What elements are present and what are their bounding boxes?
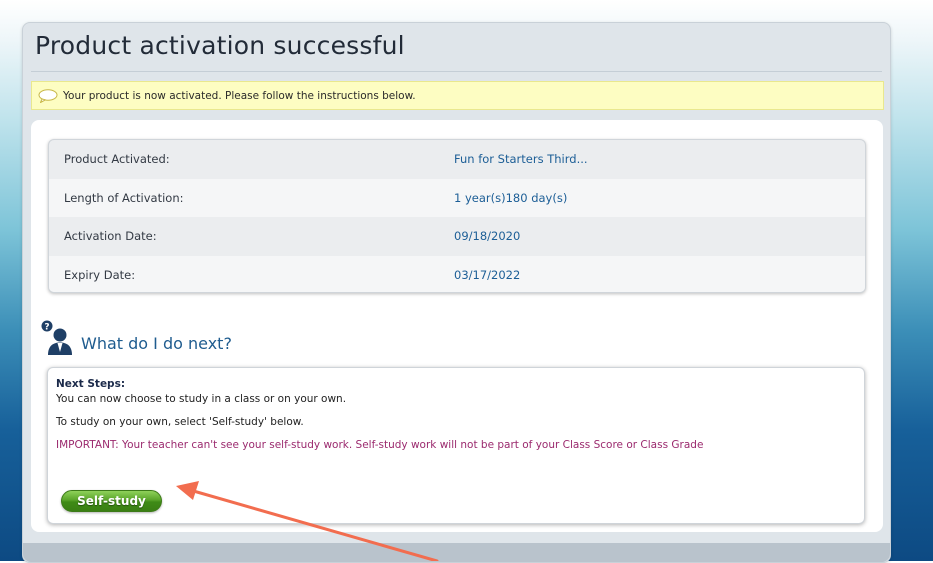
speech-bubble-icon xyxy=(38,88,58,103)
row-value: 1 year(s)180 day(s) xyxy=(454,190,568,205)
steps-line-class-or-own: You can now choose to study in a class o… xyxy=(56,393,347,405)
help-person-icon: ? xyxy=(41,320,72,355)
page-title: Product activation successful xyxy=(35,31,405,60)
row-label: Expiry Date: xyxy=(64,267,136,282)
activation-notice: Your product is now activated. Please fo… xyxy=(31,81,884,110)
svg-text:?: ? xyxy=(44,323,49,333)
content-area: Product Activated: Fun for Starters Thir… xyxy=(31,120,883,532)
table-row-length: Length of Activation: 1 year(s)180 day(s… xyxy=(49,178,865,217)
table-row-product: Product Activated: Fun for Starters Thir… xyxy=(49,140,865,179)
row-label: Product Activated: xyxy=(64,152,170,167)
panel-footer xyxy=(23,543,890,562)
next-steps-title: What do I do next? xyxy=(81,334,232,353)
activation-panel: Product activation successful Your produ… xyxy=(22,22,891,563)
row-value: Fun for Starters Third... xyxy=(454,152,588,167)
table-row-expiry-date: Expiry Date: 03/17/2022 xyxy=(49,255,865,292)
important-notice: IMPORTANT: Your teacher can't see your s… xyxy=(56,439,704,451)
table-row-activation-date: Activation Date: 09/18/2020 xyxy=(49,217,865,256)
steps-line-self-study: To study on your own, select 'Self-study… xyxy=(56,416,304,428)
row-value: 03/17/2022 xyxy=(454,267,521,282)
title-divider xyxy=(31,71,882,72)
row-value: 09/18/2020 xyxy=(454,229,521,244)
row-label: Activation Date: xyxy=(64,229,157,244)
row-label: Length of Activation: xyxy=(64,190,184,205)
next-steps-header: ? What do I do next? xyxy=(41,320,232,356)
next-steps-box: Next Steps: You can now choose to study … xyxy=(47,367,865,524)
notice-text: Your product is now activated. Please fo… xyxy=(63,89,416,102)
self-study-button[interactable]: Self-study xyxy=(61,490,162,512)
activation-details-table: Product Activated: Fun for Starters Thir… xyxy=(48,139,866,293)
steps-heading: Next Steps: xyxy=(56,378,126,390)
